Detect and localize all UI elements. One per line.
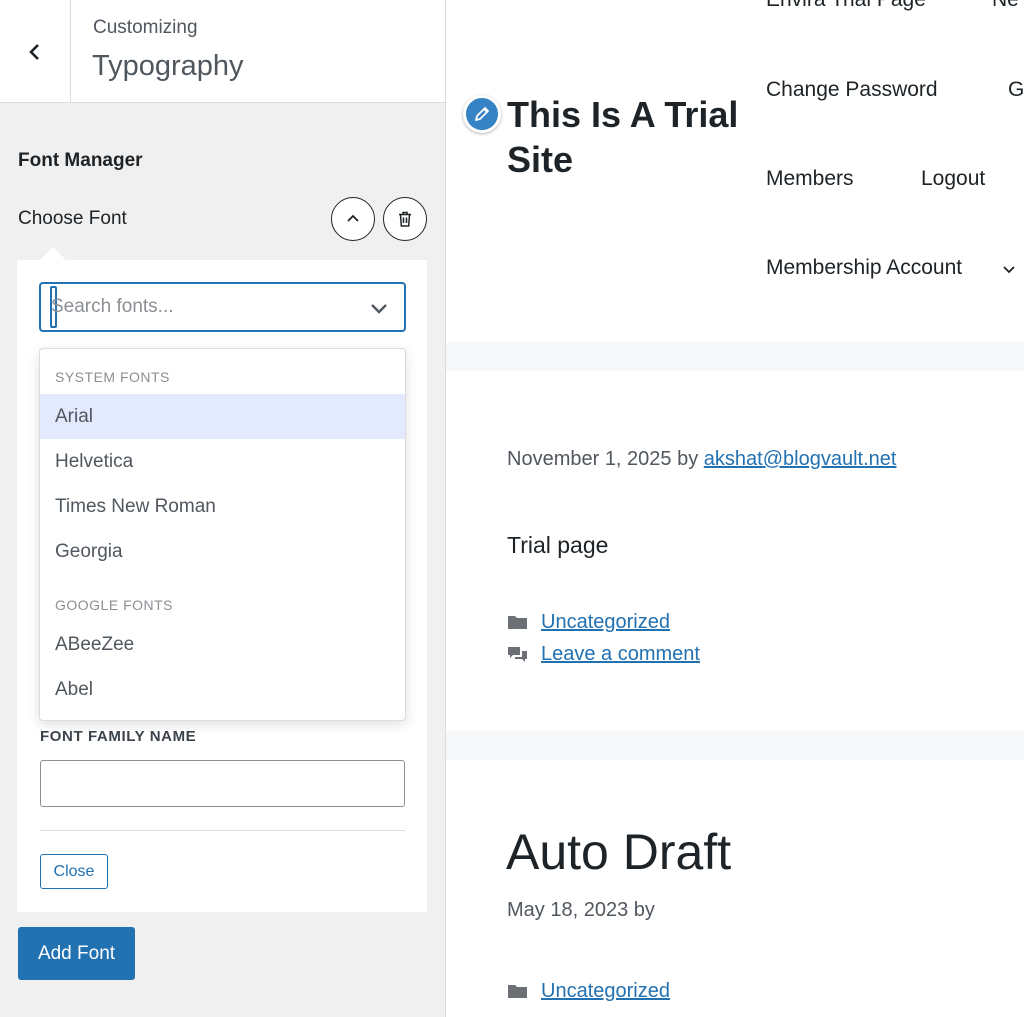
- chevron-down-icon[interactable]: [368, 297, 390, 319]
- add-font-button[interactable]: Add Font: [18, 927, 135, 980]
- leave-comment-link[interactable]: Leave a comment: [541, 643, 700, 666]
- author-link[interactable]: akshat@blogvault.net: [704, 448, 897, 470]
- post-category: Uncategorized: [507, 980, 670, 1003]
- divider: [40, 830, 405, 831]
- font-dropdown-list: SYSTEM FONTS Arial Helvetica Times New R…: [39, 348, 406, 721]
- post-content: Trial page: [507, 532, 609, 558]
- site-title[interactable]: This Is A Trial Site: [507, 92, 747, 182]
- post-category: Uncategorized: [507, 611, 670, 634]
- site-preview: This Is A Trial Site Envira Trial Page N…: [446, 0, 1024, 1017]
- option-abel[interactable]: Abel: [40, 667, 405, 712]
- trash-icon: [399, 211, 411, 227]
- card-notch: [40, 247, 66, 260]
- post-meta: May 18, 2023 by: [507, 899, 655, 921]
- font-search-combobox[interactable]: [39, 282, 406, 332]
- edit-shortcut-button[interactable]: [463, 95, 501, 133]
- font-family-name-label: FONT FAMILY NAME: [40, 728, 197, 745]
- post-card: [446, 760, 1024, 1017]
- folder-icon: [508, 616, 527, 629]
- pencil-icon: [475, 107, 489, 121]
- comments-icon: [508, 647, 527, 662]
- option-arial[interactable]: Arial: [40, 394, 405, 439]
- choose-font-label: Choose Font: [18, 208, 127, 229]
- nav-envira-trial-page[interactable]: Envira Trial Page: [766, 0, 926, 12]
- customizer-sidebar: Customizing Typography Font Manager Choo…: [0, 0, 446, 1017]
- post-title[interactable]: Auto Draft: [506, 823, 731, 881]
- folder-icon: [508, 985, 527, 998]
- category-link[interactable]: Uncategorized: [541, 980, 670, 1003]
- delete-button[interactable]: [383, 197, 427, 241]
- font-search-input[interactable]: [51, 294, 351, 320]
- chevron-up-icon: [347, 214, 359, 222]
- post-comments: Leave a comment: [507, 643, 700, 666]
- group-label-google: GOOGLE FONTS: [55, 597, 174, 613]
- option-georgia[interactable]: Georgia: [40, 529, 405, 574]
- option-helvetica[interactable]: Helvetica: [40, 439, 405, 484]
- customizer-header: Customizing Typography: [0, 0, 445, 103]
- nav-g-partial[interactable]: G: [1008, 78, 1024, 102]
- post-by: by: [677, 448, 699, 470]
- section-title: Font Manager: [18, 150, 143, 171]
- option-times-new-roman[interactable]: Times New Roman: [40, 484, 405, 529]
- nav-membership-account[interactable]: Membership Account: [766, 256, 962, 280]
- nav-members[interactable]: Members: [766, 167, 854, 191]
- back-button[interactable]: [0, 0, 71, 103]
- nav-change-password[interactable]: Change Password: [766, 78, 938, 102]
- group-label-system: SYSTEM FONTS: [55, 369, 170, 385]
- breadcrumb: Customizing: [93, 17, 198, 38]
- panel-title: Typography: [92, 50, 244, 82]
- nav-logout[interactable]: Logout: [921, 167, 985, 191]
- font-family-name-input[interactable]: [40, 760, 405, 807]
- post-date: November 1, 2025: [507, 448, 672, 470]
- option-abeezee[interactable]: ABeeZee: [40, 622, 405, 667]
- post-meta: November 1, 2025 by akshat@blogvault.net: [507, 448, 896, 471]
- chevron-left-icon: [29, 43, 39, 60]
- collapse-button[interactable]: [331, 197, 375, 241]
- nav-next-partial[interactable]: Ne: [992, 0, 1019, 12]
- category-link[interactable]: Uncategorized: [541, 611, 670, 634]
- chevron-down-icon[interactable]: [1001, 261, 1017, 277]
- close-button[interactable]: Close: [40, 854, 108, 889]
- site-header: This Is A Trial Site Envira Trial Page N…: [446, 0, 1024, 342]
